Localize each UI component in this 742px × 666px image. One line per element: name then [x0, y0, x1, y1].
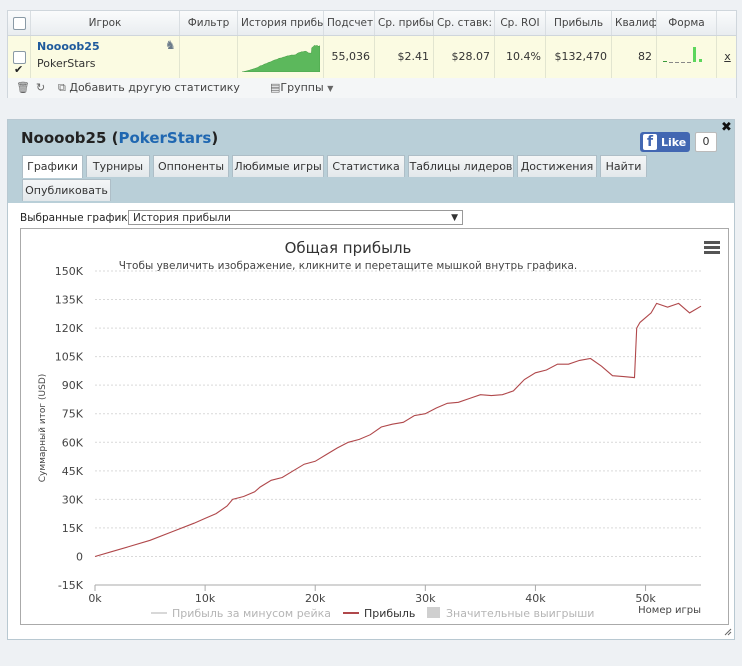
legend-big-wins-item-marker	[427, 607, 440, 618]
y-tick-label: 150K	[55, 265, 84, 278]
facebook-like-count: 0	[695, 132, 717, 152]
trash-icon[interactable]: 🗑	[16, 81, 30, 94]
col-avg-stake[interactable]: Ср. ставк:	[434, 11, 495, 35]
groups-label: Группы	[280, 81, 324, 94]
y-tick-label: 30K	[62, 493, 84, 506]
player-panel: Noooob25 (PokerStars) f Like 0 ✖ Графики…	[7, 119, 735, 640]
chart-select[interactable]: История прибыли ▼	[128, 210, 463, 225]
panel-header: Noooob25 (PokerStars) f Like 0 ✖ Графики…	[8, 120, 734, 203]
y-tick-label: 135K	[55, 294, 84, 307]
tab-tournaments[interactable]: Турниры	[86, 155, 150, 177]
count-cell: 55,036	[324, 36, 375, 78]
select-all-checkbox[interactable]	[13, 17, 26, 30]
selected-charts-label: Выбранные графики:	[20, 212, 139, 224]
form-chart	[663, 47, 702, 63]
tab-publish[interactable]: Опубликовать	[22, 179, 111, 201]
groups-icon: ▤	[270, 81, 281, 94]
y-tick-label: 90K	[62, 379, 84, 392]
qualif-cell: 82	[612, 36, 657, 78]
x-tick-label: 0k	[88, 592, 102, 605]
x-tick-label: 40k	[525, 592, 546, 605]
col-profit-history[interactable]: История прибыл	[238, 11, 324, 35]
y-tick-label: 0	[76, 550, 83, 563]
add-stat-icon: ⧉	[58, 81, 66, 94]
groups-button[interactable]: ▤Группы ▼	[270, 81, 333, 94]
y-tick-label: 75K	[62, 408, 84, 421]
avg-roi-cell: 10.4%	[495, 36, 546, 78]
refresh-icon[interactable]: ↻	[36, 81, 45, 94]
player-type-icon: ♞	[165, 38, 176, 52]
col-qualif[interactable]: Квалиф	[612, 11, 657, 35]
legend-big-wins-item-label: Значительные выигрыши	[446, 607, 594, 620]
legend-net-profit-item-label: Прибыль за минусом рейка	[172, 607, 331, 620]
chart-title: Общая прибыль	[285, 239, 412, 257]
profit-sparkline	[242, 45, 320, 72]
y-tick-label: 120K	[55, 322, 84, 335]
facebook-like-button[interactable]: f Like	[640, 132, 690, 152]
facebook-like-label: Like	[661, 136, 687, 149]
tab-statistics[interactable]: Статистика	[327, 155, 405, 177]
resize-handle-icon[interactable]	[724, 628, 732, 636]
table-row[interactable]: ♞ 55,036 $2.41 $28.07 10.4% $132,470 82 …	[8, 36, 736, 79]
table-toolbar: 🗑 ↻ ⧉ Добавить другую статистику ▤Группы…	[8, 78, 736, 98]
x-tick-label: 50k	[635, 592, 656, 605]
x-tick-label: 30k	[415, 592, 436, 605]
x-axis-label: Номер игры	[638, 605, 701, 616]
avg-profit-cell: $2.41	[375, 36, 434, 78]
col-remove	[717, 11, 738, 35]
legend-profit-item-label: Прибыль	[364, 607, 415, 620]
add-stat-label: Добавить другую статистику	[69, 81, 240, 94]
facebook-icon: f	[643, 134, 657, 150]
panel-title-player: Noooob25	[21, 129, 107, 147]
close-icon[interactable]: ✖	[721, 120, 732, 135]
stats-table: Игрок Фильтр История прибыл Подсчет Ср. …	[7, 10, 737, 98]
add-stat-button[interactable]: ⧉ Добавить другую статистику	[58, 81, 240, 95]
tab-charts[interactable]: Графики	[22, 155, 83, 178]
select-all-cell	[8, 11, 31, 35]
x-tick-label: 10k	[195, 592, 216, 605]
col-filter[interactable]: Фильтр	[180, 11, 238, 35]
col-count[interactable]: Подсчет	[324, 11, 375, 35]
profit-chart[interactable]: Общая прибыль Чтобы увеличить изображение…	[21, 229, 728, 624]
col-player[interactable]: Игрок	[31, 11, 180, 35]
avg-stake-cell: $28.07	[434, 36, 495, 78]
tab-favorite-games[interactable]: Любимые игры	[232, 155, 324, 177]
filter-cell[interactable]	[180, 36, 238, 78]
profit-cell: $132,470	[546, 36, 612, 78]
y-axis-label: Суммарный итог (USD)	[38, 374, 48, 483]
y-tick-label: 60K	[62, 436, 84, 449]
x-tick-label: 20k	[305, 592, 326, 605]
row-checkbox-cell	[8, 36, 31, 78]
chevron-down-icon: ▼	[451, 213, 458, 223]
panel-title: Noooob25 (PokerStars)	[21, 129, 219, 147]
tab-achievements[interactable]: Достижения	[517, 155, 597, 177]
tab-find[interactable]: Найти	[600, 155, 647, 177]
y-tick-label: 45K	[62, 465, 84, 478]
y-tick-label: 105K	[55, 351, 84, 364]
form-cell	[657, 36, 717, 78]
chevron-down-icon: ▼	[327, 84, 334, 93]
y-tick-label: 15K	[62, 522, 84, 535]
player-name-link[interactable]: Noooob25	[37, 40, 100, 53]
chart-select-value: История прибыли	[133, 212, 231, 224]
table-header: Игрок Фильтр История прибыл Подсчет Ср. …	[8, 11, 736, 36]
col-avg-roi[interactable]: Ср. ROI	[495, 11, 546, 35]
col-profit[interactable]: Прибыль	[546, 11, 612, 35]
panel-title-site-link[interactable]: PokerStars	[118, 129, 211, 147]
profit-series-line	[94, 302, 702, 558]
col-form[interactable]: Форма	[657, 11, 717, 35]
col-avg-profit[interactable]: Ср. прибы	[375, 11, 434, 35]
tab-leaderboards[interactable]: Таблицы лидеров	[408, 155, 514, 177]
chart-container[interactable]: Общая прибыль Чтобы увеличить изображение…	[20, 228, 729, 625]
chart-subtitle: Чтобы увеличить изображение, кликните и …	[119, 260, 578, 272]
y-tick-label: -15K	[58, 579, 84, 592]
row-checkbox[interactable]	[13, 49, 26, 78]
sparkline-area	[242, 45, 320, 72]
remove-row-button[interactable]: x	[717, 36, 738, 78]
profit-history-cell	[238, 36, 324, 78]
player-site: PokerStars	[37, 57, 96, 70]
tab-opponents[interactable]: Оппоненты	[153, 155, 229, 177]
